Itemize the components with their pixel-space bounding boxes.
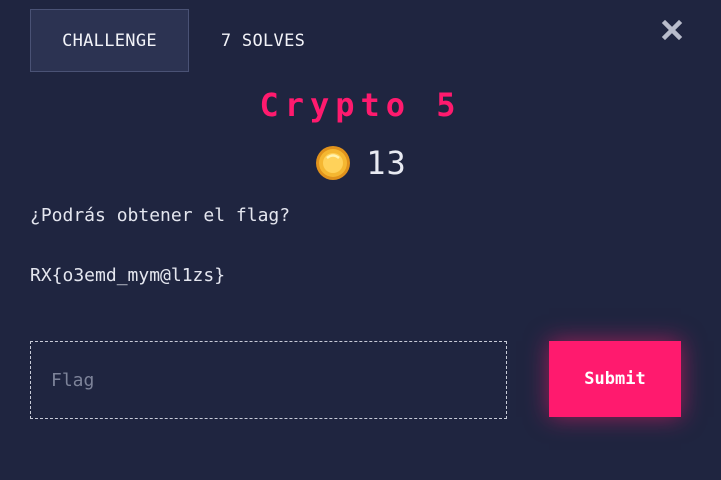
points-value: 13 <box>366 144 407 182</box>
close-button[interactable] <box>660 18 684 42</box>
challenge-modal: CHALLENGE 7 SOLVES Crypto 5 13 ¿Podrás o… <box>0 0 721 480</box>
submit-button[interactable]: Submit <box>549 341 681 417</box>
challenge-description: ¿Podrás obtener el flag? <box>30 205 291 226</box>
close-icon <box>661 19 683 41</box>
tab-solves[interactable]: 7 SOLVES <box>199 9 327 72</box>
challenge-ciphertext: RX{o3emd_mym@l1zs} <box>30 265 226 286</box>
tab-solves-label: 7 SOLVES <box>220 30 306 51</box>
tab-challenge-label: CHALLENGE <box>62 30 157 51</box>
coin-icon <box>316 146 351 180</box>
challenge-points: 13 <box>0 144 721 182</box>
challenge-title: Crypto 5 <box>259 86 462 124</box>
tab-challenge[interactable]: CHALLENGE <box>30 9 189 72</box>
flag-input[interactable] <box>30 341 507 419</box>
